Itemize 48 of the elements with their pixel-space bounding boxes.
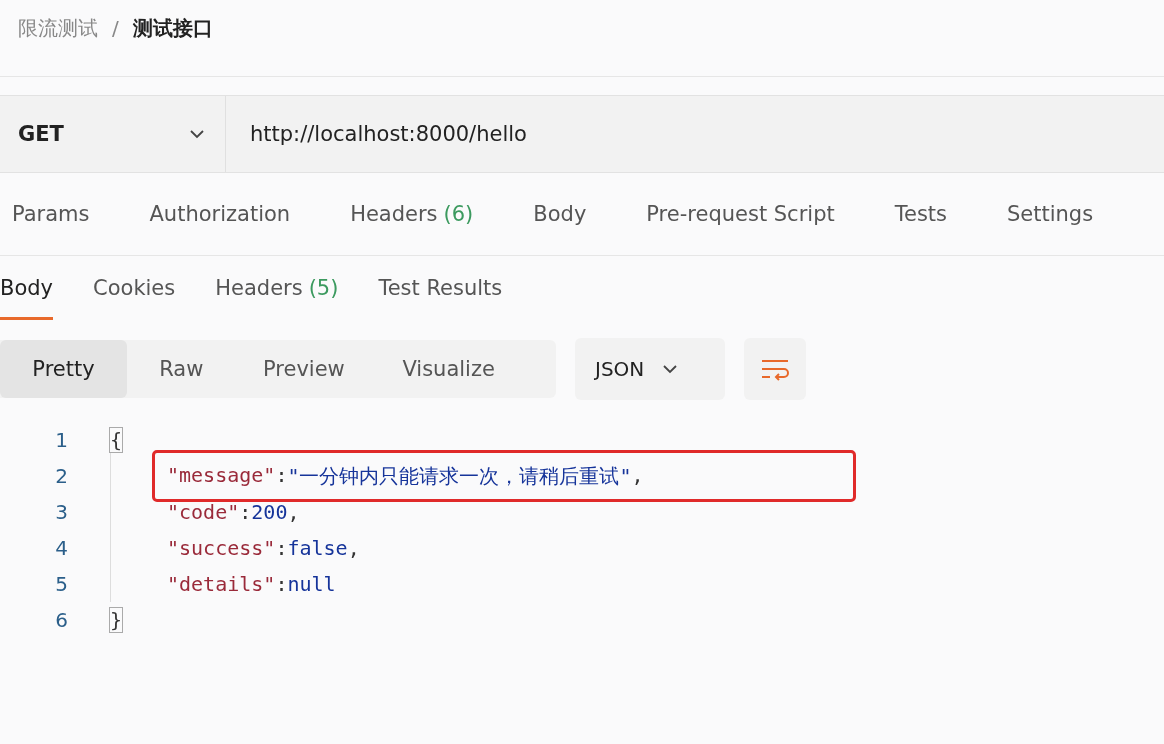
response-tab[interactable]: Test Results xyxy=(378,256,503,320)
view-mode-tab[interactable]: Raw xyxy=(161,340,202,398)
json-key: "success" xyxy=(167,536,276,560)
json-bracket: } xyxy=(109,607,124,633)
line-number: 1 xyxy=(54,428,68,452)
response-tab[interactable]: Cookies xyxy=(93,256,176,320)
method-select[interactable]: GET xyxy=(0,96,226,172)
line-number: 5 xyxy=(54,572,68,596)
json-string: "一分钟内只能请求一次，请稍后重试" xyxy=(287,462,632,490)
request-tab[interactable]: Body xyxy=(533,173,587,255)
json-punctuation: : xyxy=(275,462,288,489)
json-key: "code" xyxy=(167,500,240,524)
url-field[interactable]: http://localhost:8000/hello xyxy=(226,96,527,172)
json-punctuation: : xyxy=(239,500,252,524)
line-number: 2 xyxy=(54,464,68,488)
tab-count: (6) xyxy=(443,202,474,226)
json-key: "details" xyxy=(167,572,276,596)
json-punctuation: : xyxy=(275,536,288,560)
request-tab[interactable]: Headers (6) xyxy=(350,173,474,255)
json-value: null xyxy=(287,572,336,596)
line-number: 4 xyxy=(54,536,68,560)
view-mode-tab[interactable]: Pretty xyxy=(0,340,127,398)
json-punctuation: , xyxy=(631,462,644,489)
wrap-button[interactable] xyxy=(744,338,806,400)
view-mode-tab[interactable]: Preview xyxy=(266,340,342,398)
json-punctuation: , xyxy=(287,500,300,524)
tab-count: (5) xyxy=(308,276,339,300)
chevron-down-icon xyxy=(662,364,679,374)
json-punctuation: : xyxy=(275,572,288,596)
request-tab[interactable]: Pre-request Script xyxy=(646,173,835,255)
request-tab[interactable]: Tests xyxy=(894,173,947,255)
json-bracket: { xyxy=(109,427,124,453)
json-punctuation: , xyxy=(347,536,360,560)
request-tab[interactable]: Settings xyxy=(1007,173,1094,255)
breadcrumb-separator: / xyxy=(112,16,119,40)
json-value: 200 xyxy=(251,500,288,524)
format-select[interactable]: JSON xyxy=(575,338,725,400)
request-tab[interactable]: Params xyxy=(12,173,90,255)
line-number: 6 xyxy=(54,608,68,632)
json-key: "message" xyxy=(167,462,276,490)
json-value: false xyxy=(287,536,348,560)
request-tab[interactable]: Authorization xyxy=(149,173,291,255)
line-number: 3 xyxy=(54,500,68,524)
wrap-lines-icon xyxy=(760,357,790,381)
breadcrumb-item[interactable]: 测试接口 xyxy=(132,14,213,42)
response-tab[interactable]: Headers (5) xyxy=(215,256,339,320)
chevron-down-icon xyxy=(189,129,205,139)
response-tab[interactable]: Body xyxy=(0,256,53,320)
